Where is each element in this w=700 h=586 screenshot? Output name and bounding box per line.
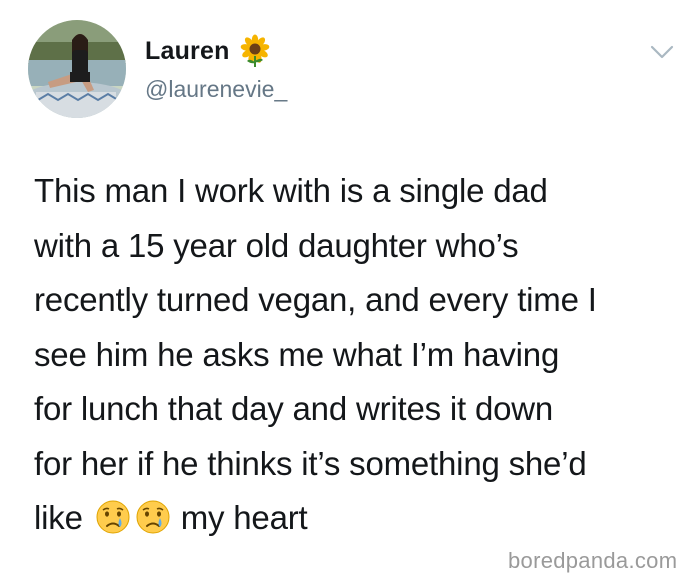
tweet-text-line: see him he asks me what I’m having: [34, 335, 560, 373]
avatar-photo: [28, 20, 126, 118]
tweet-text: This man I work with is a single dad wit…: [34, 164, 684, 546]
tweet-text-line: with a 15 year old daughter who’s: [34, 226, 519, 264]
sunflower-icon: [240, 34, 269, 67]
tweet-text-like: like: [34, 499, 83, 536]
user-handle[interactable]: @laurenevie_: [145, 76, 287, 103]
display-name[interactable]: Lauren: [145, 37, 230, 66]
tweet-text-line: for lunch that day and writes it down: [34, 390, 554, 427]
author-name-row: Lauren: [145, 34, 272, 68]
crying-face-icon: [136, 500, 170, 534]
tweet-text-line: for her if he thinks it’s something she’…: [34, 444, 587, 482]
tweet-text-line: This man I work with is a single dad: [34, 172, 548, 209]
tweet-text-my-heart: my heart: [180, 499, 308, 536]
tweet-text-last-line: like my heart: [34, 491, 684, 546]
crying-face-icon: [96, 500, 130, 534]
avatar[interactable]: [28, 20, 126, 118]
watermark: boredpanda.com: [508, 548, 678, 573]
tweet-text-line: recently turned vegan, and every time I: [34, 281, 597, 318]
chevron-down-icon[interactable]: [644, 34, 680, 70]
